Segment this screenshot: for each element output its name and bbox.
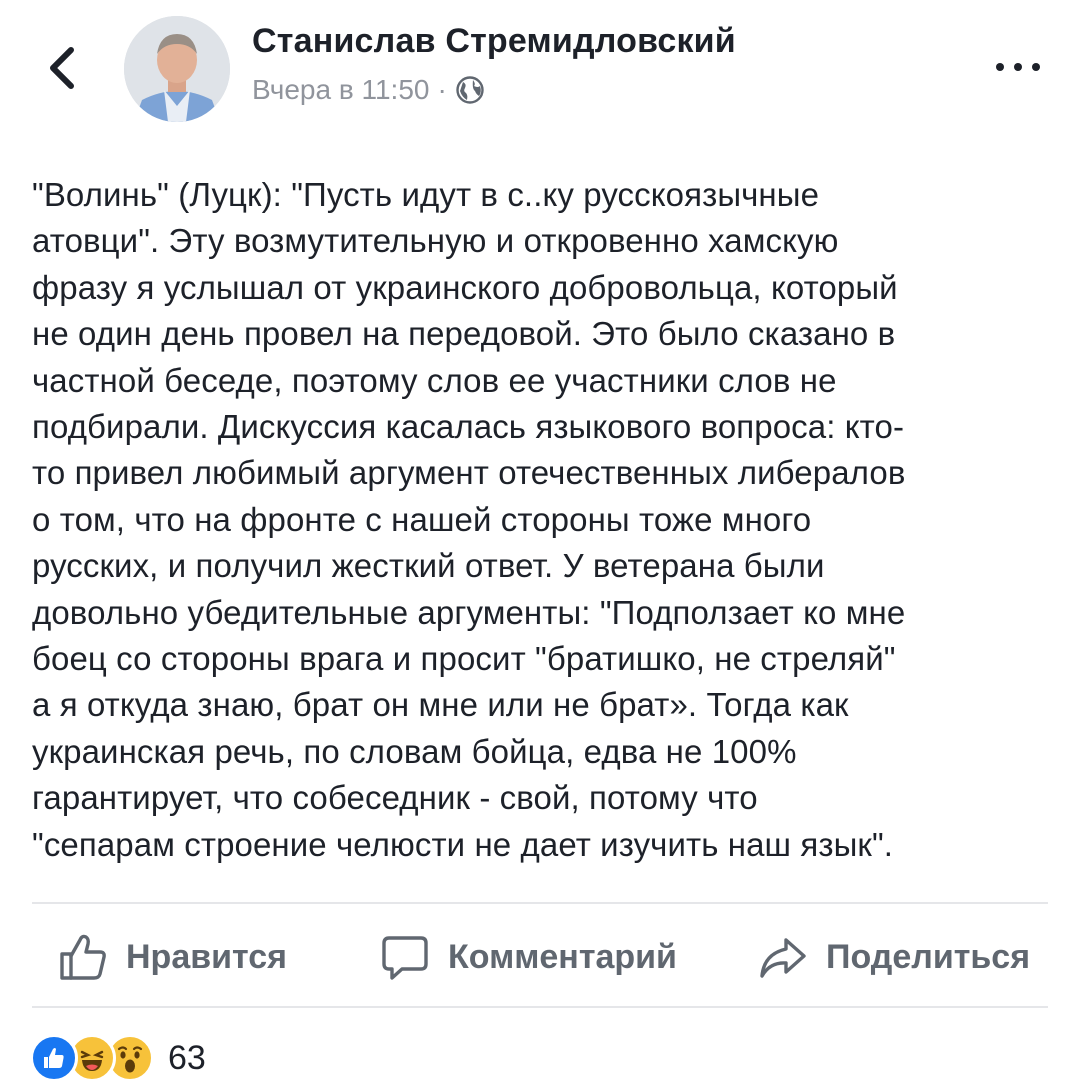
post-text-line: довольно убедительные аргументы: "Подпол… [32,593,906,631]
comment-icon [380,932,430,982]
share-arrow-icon [758,932,808,982]
action-bar: Нравится Комментарий Поделиться [0,910,1080,1004]
post-text-line: частной беседе, поэтому слов ее участник… [32,361,837,399]
comment-label: Комментарий [448,937,677,976]
back-button[interactable] [36,40,88,96]
post-text-line: "Волинь" (Луцк): "Пусть идут в с..ку рус… [32,176,820,213]
post-meta: Вчера в 11:50 · [252,74,485,106]
avatar[interactable] [124,16,230,122]
globe-icon [455,75,485,105]
post-text-line: не один день провел на передовой. Это бы… [32,315,896,353]
post-text-line: подбирали. Дискуссия касалась языкового … [32,408,905,446]
more-options-button[interactable] [996,52,1040,82]
post-text-line: "сепарам строение челюсти не дает изучит… [32,825,894,863]
like-button[interactable]: Нравится [58,910,287,1004]
like-label: Нравится [126,937,287,976]
post-text-line: фразу я услышал от украинского доброволь… [32,268,898,306]
comment-button[interactable]: Комментарий [380,910,677,1004]
like-reaction-icon [30,1034,78,1082]
share-button[interactable]: Поделиться [758,910,1030,1004]
post-text-line: то привел любимый аргумент отечественных… [32,454,906,492]
chevron-left-icon [50,47,74,89]
post-text-line: а я откуда знаю, брат он мне или не брат… [32,686,849,724]
divider-bottom [32,1006,1048,1008]
post-text-line: украинская речь, по словам бойца, едва н… [32,732,797,770]
share-label: Поделиться [826,937,1031,976]
reaction-count[interactable]: 63 [168,1039,206,1078]
more-horizontal-icon [996,63,1004,71]
divider-top [32,902,1048,904]
post-header: Станислав Стремидловский Вчера в 11:50 · [0,0,1080,150]
post-text-line: гарантирует, что собеседник - свой, пото… [32,779,758,817]
thumbs-up-icon [58,932,108,982]
meta-separator: · [437,74,447,105]
author-name[interactable]: Станислав Стремидловский [252,22,736,61]
post-text-line: боец со стороны врага и просит "братишко… [32,640,896,678]
avatar-photo [124,16,230,122]
reactions-summary[interactable]: 63 [30,1030,206,1086]
post-text: "Волинь" (Луцк): "Пусть идут в с..ку рус… [32,172,1052,868]
post-text-line: русских, и получил жесткий ответ. У вете… [32,547,825,585]
post-text-line: о том, что на фронте с нашей стороны тож… [32,500,812,538]
post-time[interactable]: Вчера в 11:50 [252,74,429,106]
post-text-line: атовци". Эту возмутительную и откровенно… [32,222,839,260]
